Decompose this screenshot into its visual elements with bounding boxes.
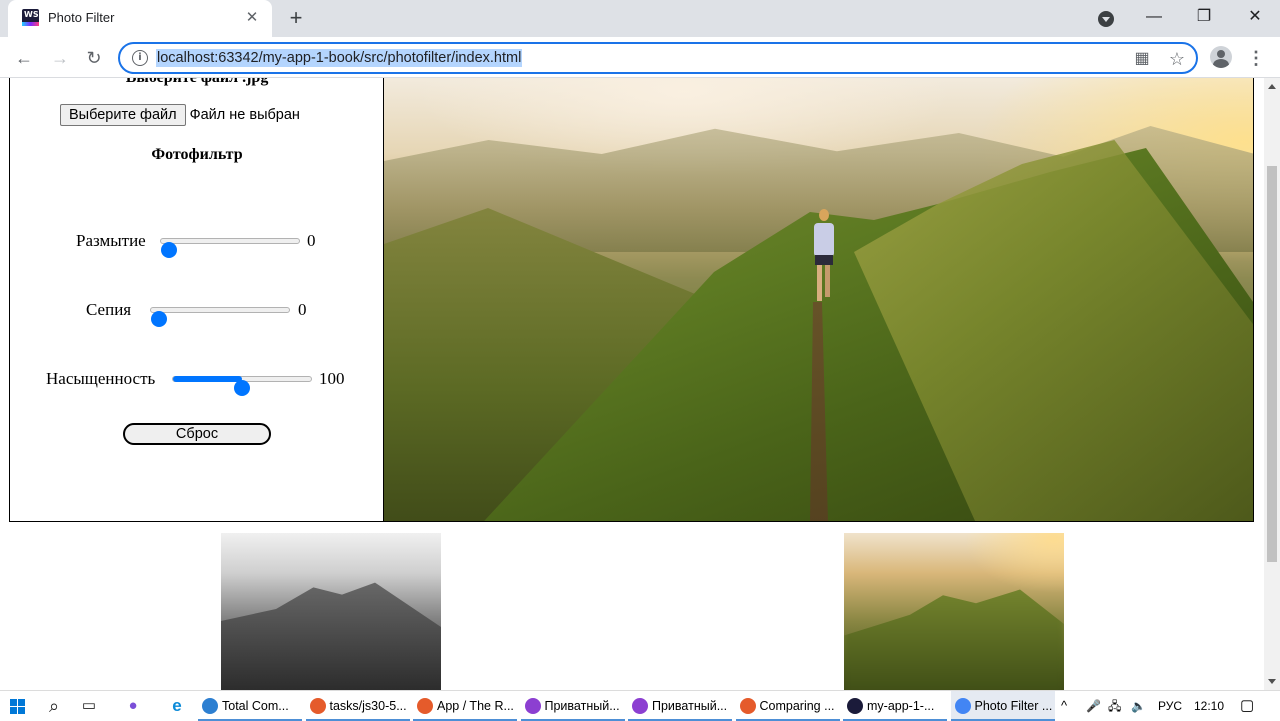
cortana-mic-icon[interactable]: ● [122, 695, 144, 717]
taskbar-app-label: my-app-1-... [867, 699, 935, 713]
taskbar-app-label: Photo Filter ... [974, 699, 1053, 713]
reload-icon[interactable]: ↻ [80, 44, 108, 72]
main-photo [383, 78, 1254, 522]
search-icon[interactable]: ⌕ [43, 695, 65, 717]
clock[interactable]: 12:10 [1194, 691, 1224, 721]
forward-icon[interactable]: → [46, 44, 74, 72]
taskbar-app-label: tasks/js30-5... [329, 699, 407, 713]
taskbar-app-button[interactable]: Total Com... [198, 691, 302, 721]
browser-menu-icon[interactable]: ⋮ [1246, 44, 1266, 72]
choose-file-button[interactable]: Выберите файл [60, 104, 186, 126]
address-bar[interactable]: i localhost:63342/my-app-1-book/src/phot… [118, 42, 1198, 74]
sepia-slider-thumb[interactable] [151, 311, 167, 327]
network-tray-icon[interactable]: 🖧 [1108, 691, 1121, 721]
app-icon [739, 698, 756, 714]
taskbar-app-button[interactable]: tasks/js30-5... [305, 691, 410, 721]
profile-avatar-icon[interactable] [1210, 46, 1232, 68]
file-input[interactable]: Выберите файл Файл не выбран [60, 104, 300, 126]
blur-slider-row: Размытие 0 [10, 230, 384, 258]
edge-browser-icon[interactable]: e [166, 695, 188, 717]
saturation-label: Насыщенность [46, 369, 156, 388]
start-windows-icon[interactable] [10, 699, 25, 714]
app-icon [202, 698, 218, 714]
new-tab-icon[interactable]: + [284, 6, 308, 30]
url-text[interactable]: localhost:63342/my-app-1-book/src/photof… [156, 49, 523, 67]
taskbar-app-button[interactable]: Photo Filter ... [950, 691, 1055, 721]
scroll-up-arrow-icon[interactable] [1268, 84, 1276, 89]
blurred-thumbnail [844, 533, 1064, 690]
task-view-icon[interactable]: ▭ [78, 695, 100, 717]
taskbar-app-button[interactable]: Comparing ... [735, 691, 840, 721]
app-icon [954, 698, 971, 714]
sepia-value: 0 [298, 300, 307, 319]
bookmark-star-icon[interactable]: ☆ [1166, 48, 1188, 70]
restore-icon[interactable]: ❐ [1181, 6, 1227, 30]
vertical-scrollbar[interactable] [1264, 78, 1280, 690]
sepia-label: Сепия [86, 300, 132, 319]
webstorm-favicon-icon: WS [22, 9, 39, 26]
saturation-slider-fill [173, 376, 242, 382]
app-icon [417, 698, 433, 714]
taskbar-app-label: Приватный... [652, 699, 728, 713]
app-icon [309, 698, 326, 714]
tab-photo-filter[interactable]: WS Photo Filter ✕ [8, 0, 272, 37]
saturation-value: 100 [319, 369, 345, 388]
volume-tray-icon[interactable]: 🔈 [1131, 691, 1146, 721]
scroll-down-arrow-icon[interactable] [1268, 679, 1276, 684]
minimize-icon[interactable]: — [1131, 6, 1177, 30]
blur-value: 0 [307, 231, 316, 250]
taskbar-app-button[interactable]: my-app-1-... [843, 691, 947, 721]
grayscale-thumbnail [221, 533, 441, 690]
app-icon [524, 698, 541, 714]
taskbar-app-label: Comparing ... [759, 699, 835, 713]
sepia-slider-row: Сепия 0 [10, 299, 384, 327]
blur-label: Размытие [76, 231, 146, 250]
browser-toolbar: ← → ↻ i localhost:63342/my-app-1-book/sr… [0, 37, 1280, 78]
saturation-slider-thumb[interactable] [234, 380, 250, 396]
tab-bar: WS Photo Filter ✕ + — ❐ ✕ [0, 0, 1280, 37]
microphone-tray-icon[interactable]: 🎤 [1086, 691, 1101, 721]
saturation-slider[interactable] [172, 376, 312, 396]
tray-chevron-up-icon[interactable]: ^ [1061, 691, 1067, 721]
app-icon [632, 698, 648, 714]
language-indicator[interactable]: РУС [1158, 691, 1182, 721]
taskbar-app-label: Приватный... [544, 699, 620, 713]
taskbar-app-label: App / The R... [437, 699, 514, 713]
taskbar-app-button[interactable]: Приватный... [628, 691, 732, 721]
page-viewport: Выберите файл .jpg Выберите файлФайл не … [0, 78, 1264, 690]
filter-title: Фотофильтр [151, 146, 243, 163]
tab-title: Photo Filter [48, 10, 115, 25]
app-icon [847, 698, 863, 714]
taskbar-app-button[interactable]: Приватный... [520, 691, 625, 721]
photo-hiker [810, 209, 838, 319]
file-status: Файл не выбран [189, 107, 300, 123]
windows-taskbar: ⌕ ▭ ● e Total Com... tasks/js30-5... App /… [0, 690, 1280, 721]
qr-code-icon[interactable]: ▦ [1131, 48, 1153, 70]
notifications-icon[interactable]: ▢ [1240, 691, 1254, 721]
tab-search-icon[interactable] [1098, 11, 1114, 27]
blur-slider[interactable] [160, 238, 300, 258]
taskbar-app-label: Total Com... [222, 699, 289, 713]
saturation-slider-row: Насыщенность 100 [10, 368, 384, 396]
reset-button[interactable]: Сброс [123, 423, 271, 445]
window-close-icon[interactable]: ✕ [1232, 6, 1278, 30]
back-icon[interactable]: ← [10, 44, 38, 72]
site-info-icon[interactable]: i [132, 50, 148, 66]
scrollbar-thumb[interactable] [1267, 166, 1277, 562]
taskbar-app-button[interactable]: App / The R... [413, 691, 517, 721]
blur-slider-thumb[interactable] [161, 242, 177, 258]
controls-panel: Выберите файл .jpg Выберите файлФайл не … [9, 78, 383, 522]
file-heading: Выберите файл .jpg [10, 78, 384, 87]
tab-close-icon[interactable]: ✕ [242, 8, 262, 28]
sepia-slider[interactable] [150, 307, 290, 327]
